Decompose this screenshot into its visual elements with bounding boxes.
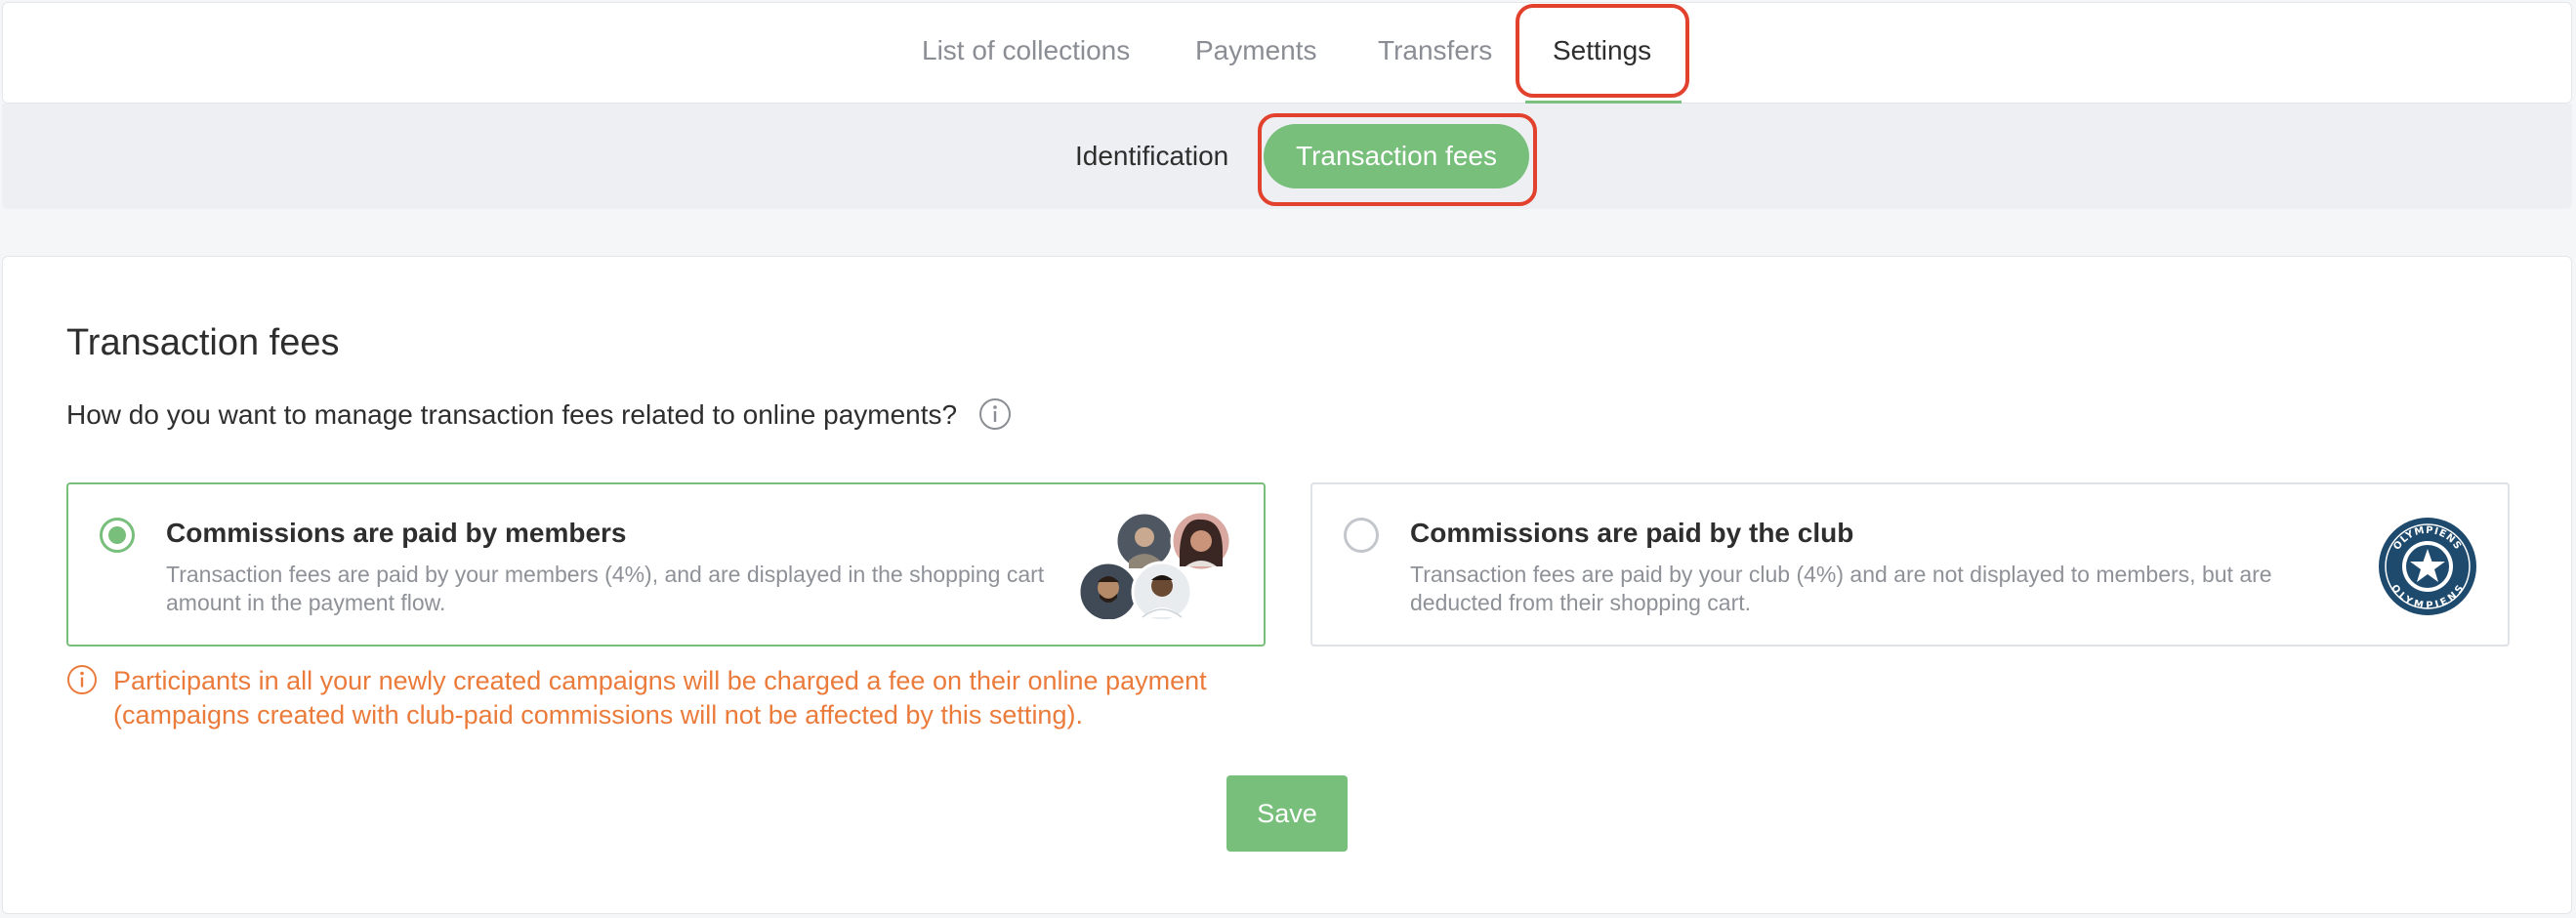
members-avatars-icon	[1078, 512, 1232, 619]
tab-list-of-collections[interactable]: List of collections	[922, 0, 1130, 102]
tab-settings[interactable]: Settings	[1553, 0, 1651, 102]
fee-warning-message: Participants in all your newly created c…	[113, 666, 1207, 730]
tab-transfers[interactable]: Transfers	[1378, 0, 1492, 102]
save-button[interactable]: Save	[1226, 775, 1348, 852]
option-description: Transaction fees are paid by your member…	[166, 562, 1045, 615]
tab-payments[interactable]: Payments	[1195, 0, 1317, 102]
radio-paid-by-club[interactable]	[1344, 518, 1379, 553]
radio-paid-by-members[interactable]	[100, 518, 135, 553]
fees-question: How do you want to manage transaction fe…	[66, 399, 958, 430]
subtab-transaction-fees[interactable]: Transaction fees	[1264, 124, 1529, 188]
option-paid-by-club[interactable]: Commissions are paid by the club Transac…	[1310, 482, 2510, 647]
warning-info-icon	[67, 665, 97, 694]
option-description: Transaction fees are paid by your club (…	[1410, 562, 2272, 615]
subtab-identification[interactable]: Identification	[1075, 104, 1228, 209]
page-title: Transaction fees	[66, 322, 340, 363]
club-logo: OLYMPIENS OLYMPIENS	[2379, 518, 2476, 615]
info-icon[interactable]	[978, 397, 1012, 431]
option-paid-by-members[interactable]: Commissions are paid by members Transact…	[66, 482, 1266, 647]
option-title: Commissions are paid by members	[166, 518, 627, 548]
option-title: Commissions are paid by the club	[1410, 518, 1854, 548]
